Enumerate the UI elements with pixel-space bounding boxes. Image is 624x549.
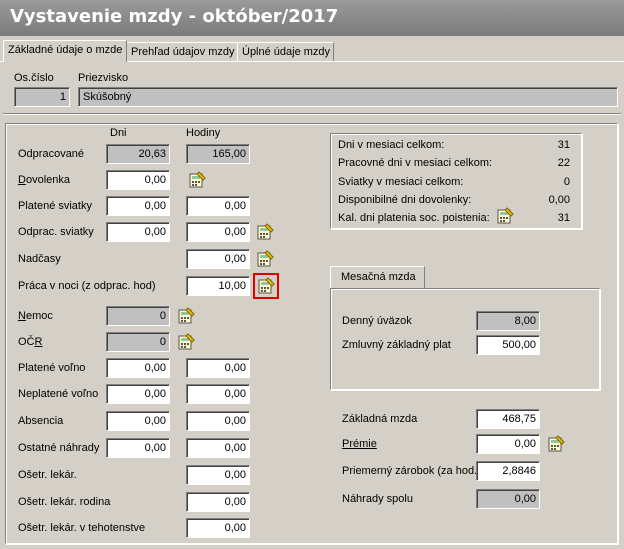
tab-mesacna-mzda[interactable]: Mesačná mzda <box>330 266 425 288</box>
summary-label: Disponibilné dni dovolenky: <box>338 194 472 206</box>
platene-volno-days[interactable]: 0,00 <box>106 358 170 378</box>
calculator-icon[interactable] <box>256 250 274 268</box>
platene-volno-label: Platené voľno <box>18 362 86 374</box>
odpracovane-label: Odpracované <box>18 148 85 160</box>
priemerny-zarobok-label: Priemerný zárobok (za hod.) <box>342 465 481 477</box>
platene-sviatky-hours[interactable]: 0,00 <box>186 196 250 216</box>
summary-value: 31 <box>557 212 570 224</box>
calculator-icon[interactable] <box>188 171 206 189</box>
summary-label: Dni v mesiaci celkom: <box>338 139 445 151</box>
priezvisko-label: Priezvisko <box>78 72 129 84</box>
oset-lekar-hours[interactable]: 0,00 <box>186 465 250 485</box>
oset-lekar-label: Ošetr. lekár. <box>18 469 77 481</box>
tab-prehlad-udajov[interactable]: Prehľad údajov mzdy <box>126 42 238 61</box>
nahrady-spolu-field: 0,00 <box>476 489 540 509</box>
ostatne-nahrady-days[interactable]: 0,00 <box>106 438 170 458</box>
ocr-label: OČR <box>18 336 42 348</box>
calculator-icon[interactable] <box>547 435 565 453</box>
zmluvny-plat-label: Zmluvný základný plat <box>342 339 451 351</box>
summary-label: Kal. dni platenia soc. poistenia: <box>338 212 490 224</box>
odprac-sviatky-label: Odprac. sviatky <box>18 226 94 238</box>
summary-label: Sviatky v mesiaci celkom: <box>338 176 464 188</box>
dovolenka-days[interactable]: 0,00 <box>106 170 170 190</box>
window-title: Vystavenie mzdy - október/2017 <box>0 0 624 36</box>
platene-volno-hours[interactable]: 0,00 <box>186 358 250 378</box>
ocr-days: 0 <box>106 332 170 352</box>
dovolenka-label-accel: D <box>18 174 26 186</box>
praca-v-noci-hours[interactable]: 10,00 <box>186 276 250 296</box>
oset-lekar-rodina-hours[interactable]: 0,00 <box>186 492 250 512</box>
ocr-label-pre: OČ <box>18 336 35 348</box>
tab-uplne-udaje[interactable]: Úplné údaje mzdy <box>237 42 334 61</box>
summary-value: 22 <box>557 157 570 169</box>
calculator-icon[interactable] <box>253 273 279 299</box>
col-days-header: Dni <box>110 127 127 139</box>
platene-sviatky-label: Platené sviatky <box>18 200 92 212</box>
calculator-icon[interactable] <box>496 207 514 225</box>
ostatne-nahrady-hours[interactable]: 0,00 <box>186 438 250 458</box>
calculator-icon[interactable] <box>256 223 274 241</box>
premie-field[interactable]: 0,00 <box>476 434 540 454</box>
summary-value: 0 <box>563 176 570 188</box>
divider-highlight <box>3 114 621 115</box>
nadcasy-label: Nadčasy <box>18 253 61 265</box>
odpracovane-hours: 165,00 <box>186 144 250 164</box>
os-cislo-label: Os.číslo <box>14 72 54 84</box>
denny-uvazok-field: 8,00 <box>476 311 540 331</box>
dovolenka-label: Dovolenka <box>18 174 70 186</box>
neplatene-volno-days[interactable]: 0,00 <box>106 384 170 404</box>
nadcasy-hours[interactable]: 0,00 <box>186 249 250 269</box>
odpracovane-days: 20,63 <box>106 144 170 164</box>
premie-label: Prémie <box>342 438 377 450</box>
nemoc-days: 0 <box>106 306 170 326</box>
zakladna-mzda-label: Základná mzda <box>342 413 418 425</box>
calculator-icon[interactable] <box>177 333 195 351</box>
denny-uvazok-label: Denný úväzok <box>342 315 412 327</box>
absencia-label: Absencia <box>18 415 64 427</box>
ocr-label-accel: R <box>34 336 43 348</box>
dovolenka-label-rest: ovolenka <box>25 174 70 186</box>
nemoc-label: Nemoc <box>18 310 53 322</box>
tab-zakladne-udaje[interactable]: Základné údaje o mzde <box>3 40 127 62</box>
odprac-sviatky-hours[interactable]: 0,00 <box>186 222 250 242</box>
nemoc-label-rest: emoc <box>25 310 53 322</box>
ostatne-nahrady-label: Ostatné náhrady <box>18 442 100 454</box>
priezvisko-field: Skúšobný <box>78 87 618 107</box>
platene-sviatky-days[interactable]: 0,00 <box>106 196 170 216</box>
nemoc-label-accel: N <box>18 310 26 322</box>
oset-lekar-tehot-label: Ošetr. lekár. v tehotenstve <box>18 522 146 534</box>
calculator-icon[interactable] <box>177 307 195 325</box>
summary-value: 0,00 <box>548 194 570 206</box>
neplatene-volno-label: Neplatené voľno <box>18 388 99 400</box>
zmluvny-plat-field[interactable]: 500,00 <box>476 335 540 355</box>
zakladna-mzda-field[interactable]: 468,75 <box>476 409 540 429</box>
neplatene-volno-hours[interactable]: 0,00 <box>186 384 250 404</box>
summary-label: Pracovné dni v mesiaci celkom: <box>338 157 493 169</box>
praca-v-noci-label: Práca v noci (z odprac. hod) <box>18 280 156 292</box>
nahrady-spolu-label: Náhrady spolu <box>342 493 413 505</box>
absencia-days[interactable]: 0,00 <box>106 411 170 431</box>
summary-value: 31 <box>557 139 570 151</box>
col-hours-header: Hodiny <box>186 127 221 139</box>
oset-lekar-rodina-label: Ošetr. lekár. rodina <box>18 496 111 508</box>
os-cislo-field: 1 <box>14 87 70 107</box>
absencia-hours[interactable]: 0,00 <box>186 411 250 431</box>
odprac-sviatky-days[interactable]: 0,00 <box>106 222 170 242</box>
oset-lekar-tehot-hours[interactable]: 0,00 <box>186 518 250 538</box>
priemerny-zarobok-field[interactable]: 2,8846 <box>476 461 540 481</box>
